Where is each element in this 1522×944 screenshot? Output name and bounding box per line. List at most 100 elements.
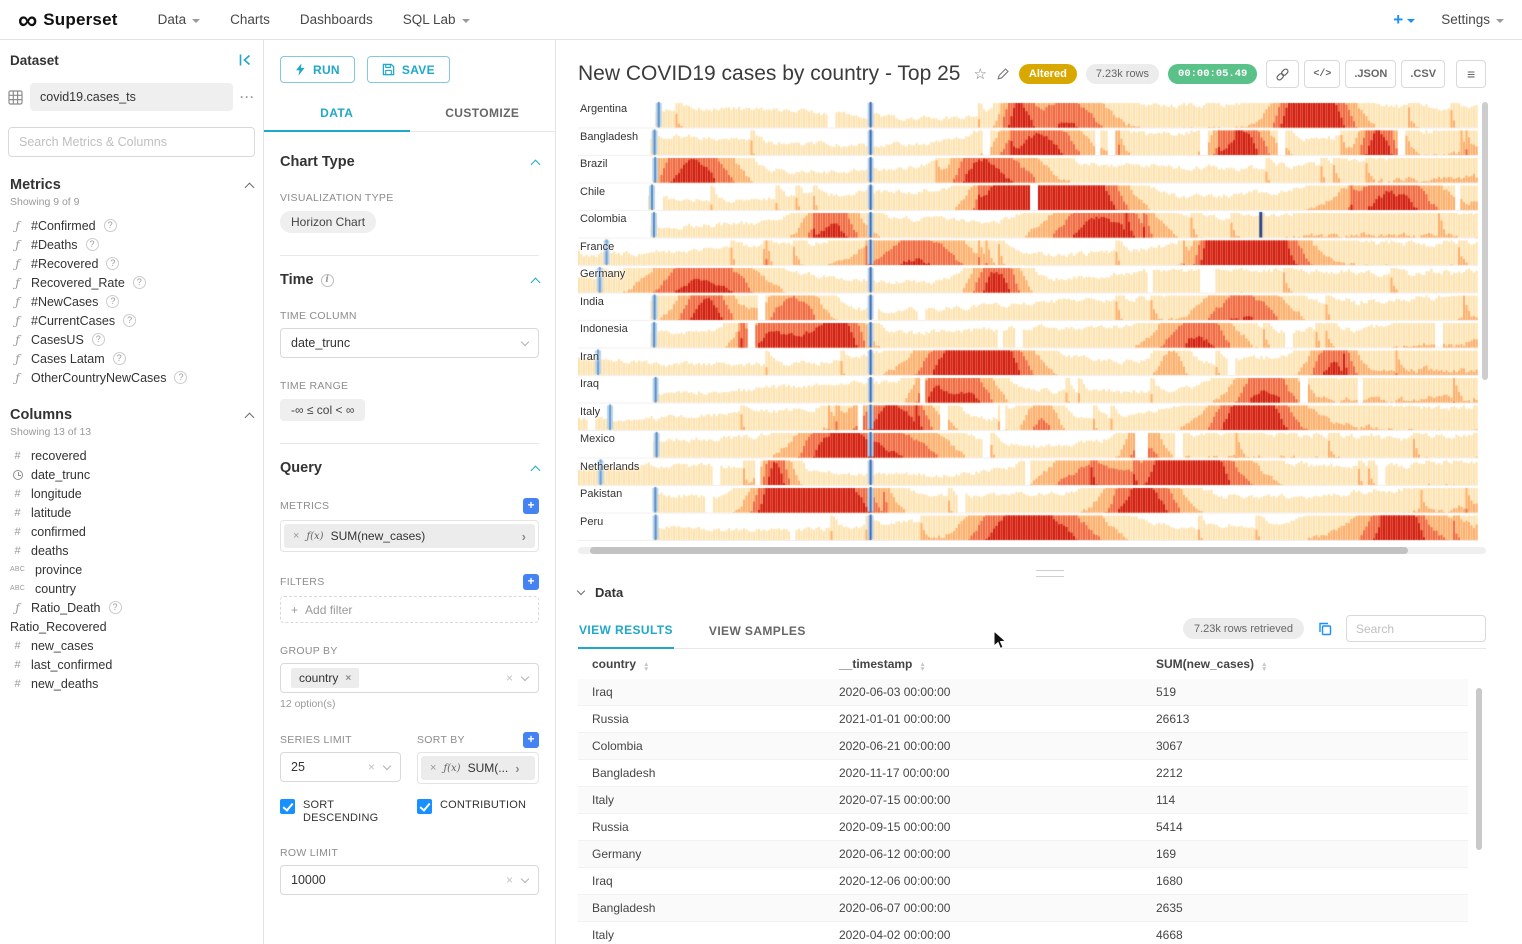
search-metrics-columns-input[interactable] [8, 127, 255, 157]
nav-item-sql-lab[interactable]: SQL Lab [403, 12, 470, 27]
chart-type-section-header[interactable]: Chart Type [280, 154, 539, 170]
metric-item[interactable]: ƒ#Confirmed? [8, 216, 255, 235]
chart-vertical-scrollbar[interactable] [1482, 102, 1488, 380]
metric-item[interactable]: ƒ#Recovered? [8, 254, 255, 273]
add-metric-button[interactable]: + [523, 498, 539, 514]
help-icon[interactable]: ? [174, 371, 187, 384]
clear-icon[interactable]: × [506, 873, 513, 887]
copy-link-button[interactable] [1266, 60, 1299, 88]
table-column-header[interactable]: SUM(new_cases)▲▼ [1142, 649, 1468, 679]
tab-view-results[interactable]: VIEW RESULTS [578, 614, 674, 649]
run-button[interactable]: RUN [280, 56, 355, 83]
help-icon[interactable]: ? [109, 601, 122, 614]
scrollbar-thumb[interactable] [590, 547, 1408, 554]
column-item[interactable]: #new_deaths [8, 674, 255, 693]
collapse-data-chevron-icon[interactable] [577, 587, 585, 595]
remove-metric-icon[interactable]: × [293, 530, 299, 542]
sort-descending-checkbox[interactable]: SORT DESCENDING [280, 799, 401, 825]
collapse-panel-icon[interactable] [237, 52, 253, 68]
contribution-checkbox[interactable]: CONTRIBUTION [417, 799, 526, 825]
more-options-icon[interactable]: ··· [240, 90, 255, 104]
column-item[interactable]: #new_cases [8, 636, 255, 655]
row-limit-select[interactable]: 10000 × [280, 865, 539, 895]
metric-item[interactable]: ƒCases Latam? [8, 349, 255, 368]
help-icon[interactable]: ? [106, 295, 119, 308]
column-item[interactable]: ABCprovince [8, 560, 255, 579]
tab-customize[interactable]: CUSTOMIZE [410, 97, 556, 132]
table-vertical-scrollbar[interactable] [1476, 688, 1482, 850]
sort-icon[interactable]: ▲▼ [919, 662, 925, 672]
embed-code-button[interactable]: </> [1304, 60, 1340, 88]
sort-icon[interactable]: ▲▼ [1261, 662, 1267, 672]
help-icon[interactable]: ? [133, 276, 146, 289]
group-by-tag[interactable]: country × [291, 668, 359, 688]
save-button[interactable]: SAVE [367, 56, 450, 83]
metric-item[interactable]: ƒ#CurrentCases? [8, 311, 255, 330]
dataset-selector[interactable]: covid19.cases_ts [30, 83, 233, 111]
clear-icon[interactable]: × [368, 760, 375, 774]
nav-item-dashboards[interactable]: Dashboards [300, 12, 373, 27]
tab-view-samples[interactable]: VIEW SAMPLES [708, 615, 807, 648]
remove-sort-icon[interactable]: × [430, 762, 436, 774]
favorite-star-icon[interactable]: ☆ [973, 65, 986, 83]
table-column-header[interactable]: __timestamp▲▼ [825, 649, 1142, 679]
column-item[interactable]: #latitude [8, 503, 255, 522]
time-section-header[interactable]: Time i [280, 272, 539, 288]
time-range-value[interactable]: -∞ ≤ col < ∞ [280, 399, 365, 421]
series-limit-select[interactable]: 25 × [280, 752, 401, 782]
metric-item[interactable]: ƒ#NewCases? [8, 292, 255, 311]
group-by-select[interactable]: country × × [280, 663, 539, 693]
column-item[interactable]: date_trunc [8, 465, 255, 484]
metric-item[interactable]: ƒCasesUS? [8, 330, 255, 349]
column-item[interactable]: #recovered [8, 446, 255, 465]
export-csv-button[interactable]: .CSV [1401, 60, 1445, 88]
help-icon[interactable]: ? [106, 257, 119, 270]
settings-menu[interactable]: Settings [1441, 12, 1504, 27]
help-icon[interactable]: ? [86, 238, 99, 251]
visualization-type-value[interactable]: Horizon Chart [280, 211, 376, 233]
checkbox-checked-icon[interactable] [280, 799, 295, 814]
resize-drag-handle[interactable] [1036, 570, 1064, 577]
edit-title-icon[interactable] [996, 67, 1010, 81]
remove-tag-icon[interactable]: × [345, 673, 351, 684]
horizon-chart-canvas[interactable] [578, 101, 1478, 541]
superset-logo[interactable]: ∞ Superset [18, 5, 118, 35]
altered-badge[interactable]: Altered [1019, 64, 1077, 84]
nav-item-data[interactable]: Data [158, 12, 201, 27]
collapse-chevron-icon[interactable] [245, 182, 255, 192]
column-item[interactable]: #last_confirmed [8, 655, 255, 674]
copy-results-button[interactable] [1317, 621, 1333, 637]
checkbox-checked-icon[interactable] [417, 799, 432, 814]
chart-menu-button[interactable]: ≡ [1456, 60, 1486, 88]
metric-chip[interactable]: × ƒ(x) SUM(new_cases) › [284, 524, 535, 548]
column-item[interactable]: ƒRatio_Death? [8, 598, 255, 617]
add-sort-button[interactable]: + [523, 732, 539, 748]
add-filter-plus-button[interactable]: + [523, 574, 539, 590]
metric-item[interactable]: ƒRecovered_Rate? [8, 273, 255, 292]
column-item[interactable]: ABCcountry [8, 579, 255, 598]
metric-item[interactable]: ƒOtherCountryNewCases? [8, 368, 255, 387]
collapse-chevron-icon[interactable] [245, 412, 255, 422]
sort-by-chip[interactable]: × ƒ(x) SUM(... › [421, 756, 535, 780]
column-item[interactable]: #longitude [8, 484, 255, 503]
help-icon[interactable]: ? [92, 333, 105, 346]
add-filter-dropzone[interactable]: + Add filter [280, 596, 539, 623]
column-item[interactable]: Ratio_Recovered [8, 617, 255, 636]
new-item-button[interactable]: + [1393, 10, 1415, 30]
results-search-input[interactable] [1346, 615, 1486, 642]
column-item[interactable]: #deaths [8, 541, 255, 560]
query-section-header[interactable]: Query [280, 460, 539, 476]
time-column-select[interactable]: date_trunc [280, 328, 539, 358]
export-json-button[interactable]: .JSON [1345, 60, 1396, 88]
help-icon[interactable]: ? [113, 352, 126, 365]
metric-item[interactable]: ƒ#Deaths? [8, 235, 255, 254]
help-icon[interactable]: ? [104, 219, 117, 232]
chart-horizontal-scrollbar[interactable] [578, 547, 1486, 554]
sort-icon[interactable]: ▲▼ [643, 662, 649, 672]
tab-data[interactable]: DATA [264, 97, 410, 132]
help-icon[interactable]: ? [123, 314, 136, 327]
column-item[interactable]: #confirmed [8, 522, 255, 541]
clear-icon[interactable]: × [506, 671, 513, 685]
table-column-header[interactable]: country▲▼ [578, 649, 825, 679]
nav-item-charts[interactable]: Charts [230, 12, 270, 27]
